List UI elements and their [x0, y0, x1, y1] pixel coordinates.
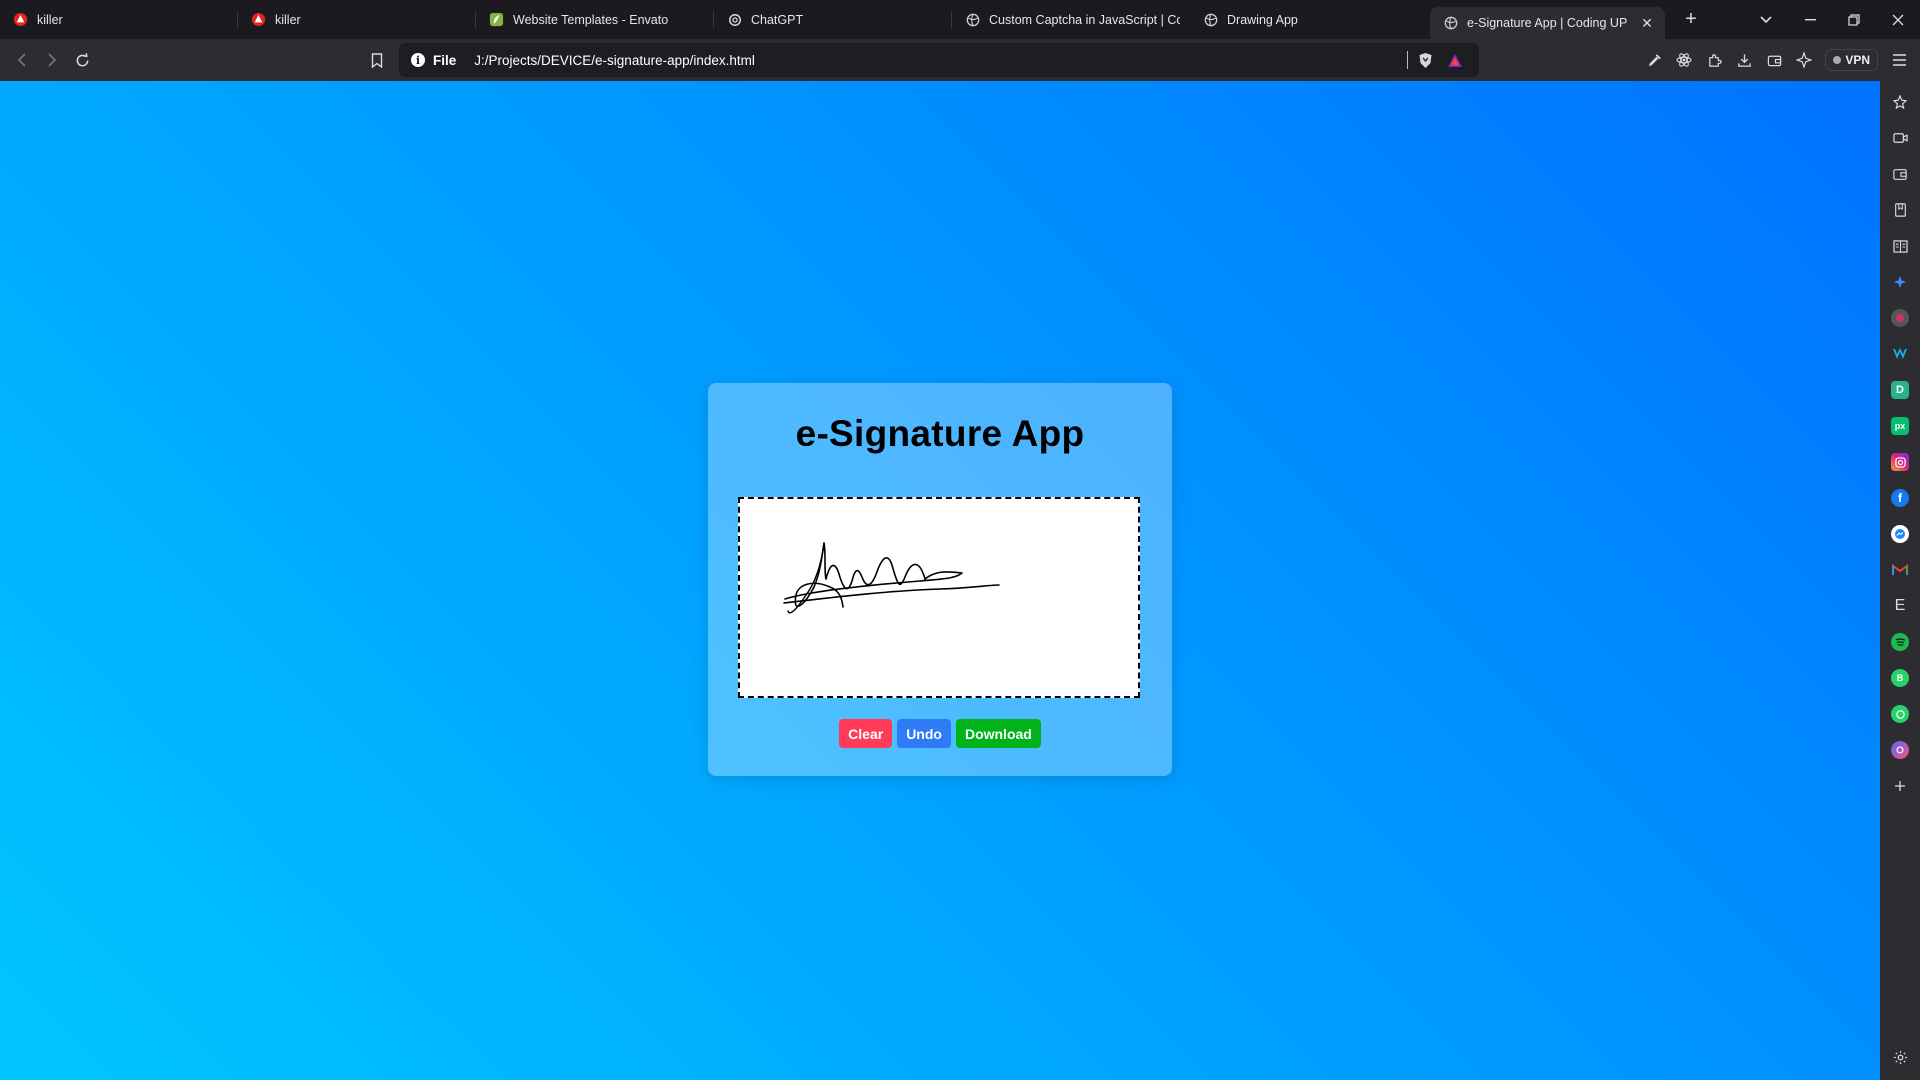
tab-title: killer	[37, 12, 63, 27]
tab-title: e-Signature App | Coding UP	[1467, 16, 1628, 30]
whatsapp-icon[interactable]	[1891, 705, 1909, 723]
malwarebytes-icon[interactable]	[1891, 345, 1909, 363]
window-controls	[1744, 0, 1920, 39]
button-row: Clear Undo Download	[708, 719, 1172, 748]
messenger-icon[interactable]	[1891, 525, 1909, 543]
brave-icon	[251, 12, 266, 27]
page-background: e-Signature App Clear Undo Download	[0, 81, 1880, 1080]
reload-button[interactable]	[67, 45, 97, 75]
tab-e-signature-app[interactable]: e-Signature App | Coding UP ✕	[1430, 7, 1665, 39]
tab-killer-2[interactable]: killer	[238, 0, 476, 39]
url-scheme-label: File	[433, 52, 457, 68]
tab-title: Drawing App	[1227, 12, 1298, 27]
vpn-label: VPN	[1845, 53, 1870, 67]
globe-icon	[1443, 16, 1458, 31]
bookmarks-icon[interactable]	[1891, 201, 1909, 219]
forward-button[interactable]	[37, 45, 67, 75]
chatgpt-app-icon[interactable]	[1891, 741, 1909, 759]
settings-gear-icon[interactable]	[1893, 1050, 1908, 1070]
react-devtools-icon[interactable]	[1669, 45, 1699, 75]
bookmark-icon[interactable]	[362, 45, 392, 75]
add-panel-icon[interactable]	[1891, 777, 1909, 795]
tab-search-chevron-icon[interactable]	[1744, 0, 1788, 39]
browser-toolbar: i File J:/Projects/DEVICE/e-signature-ap…	[0, 39, 1920, 81]
envato-icon	[489, 12, 504, 27]
tab-envato[interactable]: Website Templates - Envato	[476, 0, 714, 39]
minimize-button[interactable]	[1788, 0, 1832, 39]
brave-talk-icon[interactable]	[1891, 309, 1909, 327]
close-window-button[interactable]	[1876, 0, 1920, 39]
address-bar[interactable]: i File J:/Projects/DEVICE/e-signature-ap…	[399, 43, 1479, 77]
undo-button[interactable]: Undo	[897, 719, 951, 748]
tab-strip: killer killer Website Templates - Envato…	[0, 0, 1920, 39]
wallet-icon[interactable]	[1891, 165, 1909, 183]
facebook-icon[interactable]: f	[1891, 489, 1909, 507]
vpn-button[interactable]: VPN	[1825, 49, 1878, 71]
toolbar-actions: VPN	[1639, 39, 1920, 81]
gmail-icon[interactable]	[1891, 561, 1909, 579]
tab-chatgpt[interactable]: ChatGPT	[714, 0, 952, 39]
video-icon[interactable]	[1891, 129, 1909, 147]
signature-card: e-Signature App Clear Undo Download	[708, 383, 1172, 776]
vpn-status-dot	[1833, 56, 1842, 64]
tab-drawing-app[interactable]: Drawing App	[1190, 0, 1418, 39]
wallet-icon[interactable]	[1759, 45, 1789, 75]
download-button[interactable]: Download	[955, 719, 1041, 748]
address-divider	[1407, 51, 1408, 69]
side-panel: D px f E B	[1880, 81, 1920, 1080]
color-picker-icon[interactable]	[1639, 45, 1669, 75]
site-info-icon[interactable]: i	[411, 53, 425, 67]
instagram-icon[interactable]	[1891, 453, 1909, 471]
clear-button[interactable]: Clear	[839, 719, 893, 748]
menu-icon[interactable]	[1884, 45, 1914, 75]
leo-ai-icon[interactable]	[1891, 273, 1909, 291]
globe-icon	[1203, 12, 1218, 27]
signature-stroke	[783, 542, 1000, 614]
leo-ai-icon[interactable]	[1789, 45, 1819, 75]
downloads-icon[interactable]	[1729, 45, 1759, 75]
globe-icon	[965, 12, 980, 27]
spotify-icon[interactable]	[1891, 633, 1909, 651]
pixabay-icon[interactable]: px	[1891, 417, 1909, 435]
dictionary-icon[interactable]: D	[1891, 381, 1909, 399]
reading-list-icon[interactable]	[1891, 237, 1909, 255]
back-button[interactable]	[7, 45, 37, 75]
brave-shields-icon[interactable]	[1418, 52, 1433, 69]
tab-title: Website Templates - Envato	[513, 12, 669, 27]
tab-title: ChatGPT	[751, 12, 804, 27]
whatsapp-business-icon[interactable]: B	[1891, 669, 1909, 687]
extensions-icon[interactable]	[1699, 45, 1729, 75]
tab-title: Custom Captcha in JavaScript | Codi	[989, 12, 1180, 27]
tab-custom-captcha[interactable]: Custom Captcha in JavaScript | Codi	[952, 0, 1190, 39]
tab-killer-1[interactable]: killer	[0, 0, 238, 39]
tab-title: killer	[275, 12, 301, 27]
chatgpt-icon	[727, 12, 742, 27]
app-title: e-Signature App	[795, 413, 1085, 454]
bookmark-star-icon[interactable]	[1891, 93, 1909, 111]
brave-rewards-icon[interactable]	[1447, 53, 1463, 68]
signature-canvas[interactable]	[738, 497, 1140, 698]
brave-icon	[13, 12, 28, 27]
url-text[interactable]: J:/Projects/DEVICE/e-signature-app/index…	[474, 53, 1407, 68]
envato-icon[interactable]: E	[1891, 597, 1909, 615]
close-tab-icon[interactable]: ✕	[1639, 15, 1655, 32]
restore-button[interactable]	[1832, 0, 1876, 39]
new-tab-button[interactable]: +	[1677, 8, 1705, 31]
